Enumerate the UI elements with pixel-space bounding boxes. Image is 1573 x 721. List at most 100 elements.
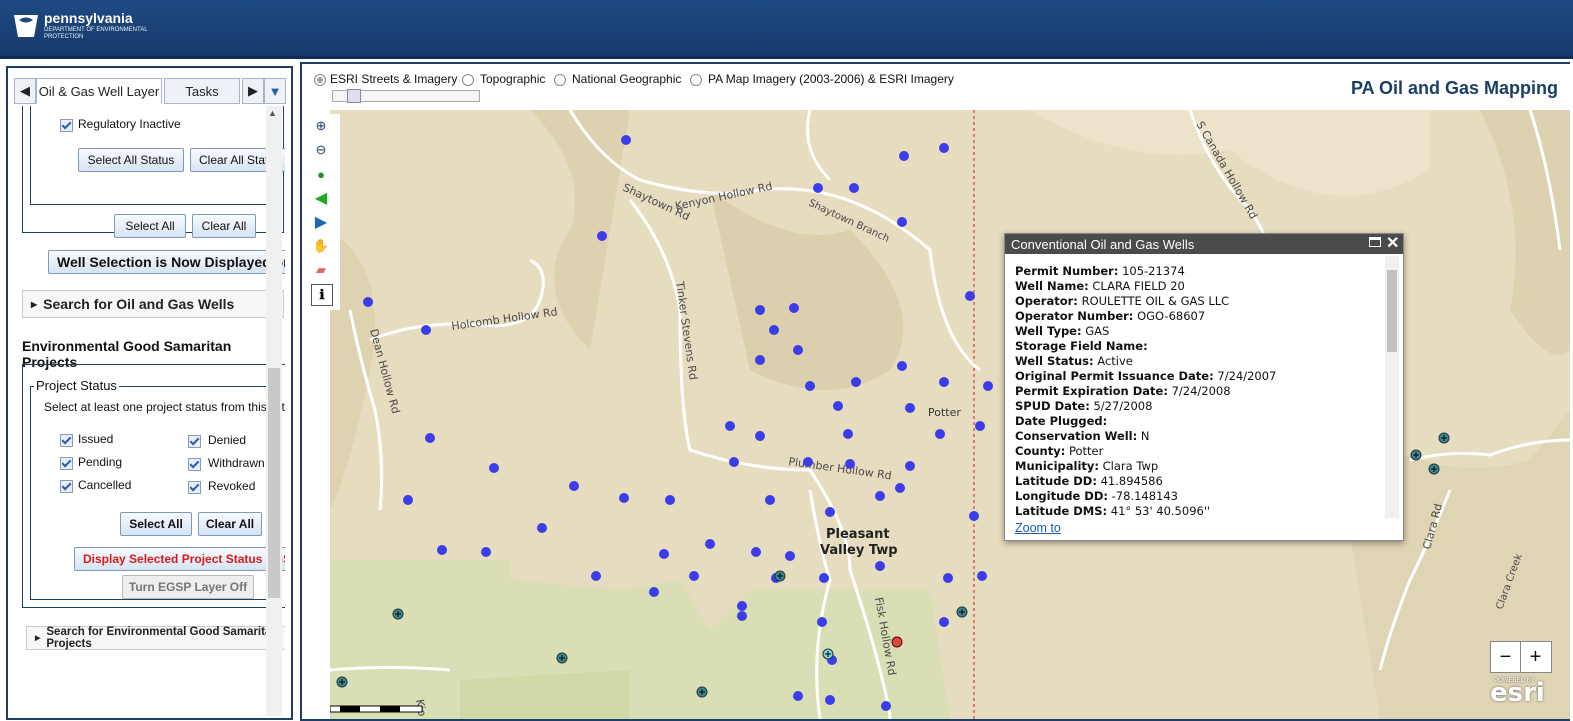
well-point <box>977 571 987 581</box>
map-toolbar: ⊕ ⊖ ● ◀ ▶ ✋ ▰ ℹ <box>306 114 340 310</box>
zoom-out-icon[interactable]: ⊖ <box>311 140 331 160</box>
app-title: PA Oil and Gas Mapping <box>1350 78 1558 98</box>
brand-name: pennsylvania <box>44 10 133 26</box>
popup-scrollbar[interactable] <box>1385 256 1399 518</box>
display-egsp-button[interactable]: Display Selected Project Status EGSP <box>74 547 285 571</box>
slider-handle[interactable] <box>347 89 361 103</box>
zoom-in-icon[interactable]: ⊕ <box>311 116 331 136</box>
egsp-point-selected <box>891 636 903 648</box>
basemap-radio-natgeo[interactable] <box>554 74 566 86</box>
popup-field-row: Well Status: Active <box>1015 354 1385 369</box>
well-point <box>939 377 949 387</box>
well-point <box>619 493 629 503</box>
well-point <box>813 183 823 193</box>
regulatory-inactive-checkbox[interactable] <box>60 119 73 132</box>
select-all-status-button[interactable]: Select All Status <box>78 148 184 172</box>
tab-menu-chevron-down-icon[interactable]: ▼ <box>264 78 286 104</box>
select-all-button[interactable]: Select All <box>114 214 186 238</box>
brand-subtitle: Department of Environmental Protection <box>44 27 148 40</box>
issued-checkbox[interactable] <box>60 434 73 447</box>
egsp-point <box>392 608 404 620</box>
left-panel: ◀ Oil & Gas Well Layer Tasks ▶ ▼ Regulat… <box>6 66 293 720</box>
popup-field-label: Storage Field Name: <box>1015 339 1148 353</box>
pan-hand-icon[interactable]: ✋ <box>311 236 331 256</box>
close-icon[interactable]: ✕ <box>1386 233 1399 253</box>
turn-egsp-off-button[interactable]: Turn EGSP Layer Off <box>122 575 254 599</box>
denied-label: Denied <box>208 433 247 447</box>
caret-right-icon: ▶ <box>35 635 41 642</box>
popup-scrollbar-thumb[interactable] <box>1387 270 1397 352</box>
well-selection-button[interactable]: Well Selection is Now Displayed on Map <box>48 250 285 274</box>
well-point <box>875 491 885 501</box>
scrollbar-thumb[interactable] <box>268 368 280 598</box>
popup-field-row: Permit Number: 105-21374 <box>1015 264 1385 279</box>
popup-field-value: 7/24/2007 <box>1217 369 1277 383</box>
well-point <box>725 421 735 431</box>
popup-field-value: Clara Twp <box>1102 459 1159 473</box>
tab-content: Regulatory Inactive Select All Status Cl… <box>20 106 285 716</box>
pending-checkbox[interactable] <box>60 457 73 470</box>
tab-scroll-right-button[interactable]: ▶ <box>242 78 264 104</box>
tab-oil-gas-well-layer[interactable]: Oil & Gas Well Layer <box>36 78 162 104</box>
popup-field-value: 41.894586 <box>1100 474 1163 488</box>
popup-field-label: Well Type: <box>1015 324 1082 338</box>
popup-field-value: GAS <box>1085 324 1110 338</box>
egsp-select-all-button[interactable]: Select All <box>120 512 192 536</box>
globe-icon[interactable]: ● <box>311 164 331 184</box>
forward-arrow-icon[interactable]: ▶ <box>311 212 331 232</box>
well-point <box>905 461 915 471</box>
search-wells-toggle[interactable]: ▶ Search for Oil and Gas Wells <box>22 290 284 318</box>
basemap-radio-streets[interactable] <box>314 74 326 86</box>
well-point <box>881 701 891 711</box>
scroll-up-icon[interactable]: ▲ <box>268 108 277 118</box>
popup-field-label: Well Name: <box>1015 279 1089 293</box>
popup-field-label: County: <box>1015 444 1066 458</box>
zoom-to-link[interactable]: Zoom to <box>1015 521 1061 535</box>
well-point <box>621 135 631 145</box>
well-point <box>649 587 659 597</box>
basemap-radio-topographic[interactable] <box>462 74 474 86</box>
popup-field-value: 5/27/2008 <box>1093 399 1153 413</box>
popup-field-row: County: Potter <box>1015 444 1385 459</box>
basemap-radio-pamap[interactable] <box>690 74 702 86</box>
tab-scroll-left-button[interactable]: ◀ <box>14 78 36 104</box>
popup-field-label: Municipality: <box>1015 459 1099 473</box>
popup-field-label: Original Permit Issuance Date: <box>1015 369 1214 383</box>
denied-checkbox[interactable] <box>188 435 201 448</box>
popup-field-row: Original Permit Issuance Date: 7/24/2007 <box>1015 369 1385 384</box>
left-panel-scrollbar[interactable]: ▲ <box>266 106 282 716</box>
well-point <box>751 547 761 557</box>
back-arrow-icon[interactable]: ◀ <box>311 188 331 208</box>
well-point <box>825 507 835 517</box>
popup-body: Permit Number: 105-21374 Well Name: CLARA… <box>1015 264 1385 519</box>
regulatory-inactive-label: Regulatory Inactive <box>78 117 181 131</box>
well-point <box>845 459 855 469</box>
revoked-checkbox[interactable] <box>188 481 201 494</box>
well-point <box>363 297 373 307</box>
popup-field-row: Well Type: GAS <box>1015 324 1385 339</box>
tab-tasks[interactable]: Tasks <box>164 78 240 104</box>
popup-field-label: Operator: <box>1015 294 1078 308</box>
basemap-label-streets: ESRI Streets & Imagery <box>330 72 458 86</box>
well-point <box>793 691 803 701</box>
withdrawn-checkbox[interactable] <box>188 458 201 471</box>
well-point <box>969 511 979 521</box>
search-egsp-toggle[interactable]: ▶ Search for Environmental Good Samarita… <box>26 626 285 650</box>
identify-info-icon[interactable]: ℹ <box>311 284 333 306</box>
zoom-in-button[interactable]: + <box>1521 642 1550 672</box>
maximize-icon[interactable] <box>1369 237 1381 247</box>
eraser-icon[interactable]: ▰ <box>311 260 331 280</box>
well-point <box>425 433 435 443</box>
well-point <box>789 303 799 313</box>
popup-field-row: Latitude DD: 41.894586 <box>1015 474 1385 489</box>
well-point <box>689 571 699 581</box>
egsp-point <box>1410 449 1422 461</box>
egsp-clear-all-button[interactable]: Clear All <box>198 512 262 536</box>
egsp-point <box>822 648 834 660</box>
revoked-label: Revoked <box>208 479 256 493</box>
well-point <box>825 695 835 705</box>
clear-all-button[interactable]: Clear All <box>192 214 256 238</box>
opacity-slider[interactable] <box>332 89 480 103</box>
zoom-out-button[interactable]: − <box>1491 642 1521 672</box>
cancelled-checkbox[interactable] <box>60 480 73 493</box>
